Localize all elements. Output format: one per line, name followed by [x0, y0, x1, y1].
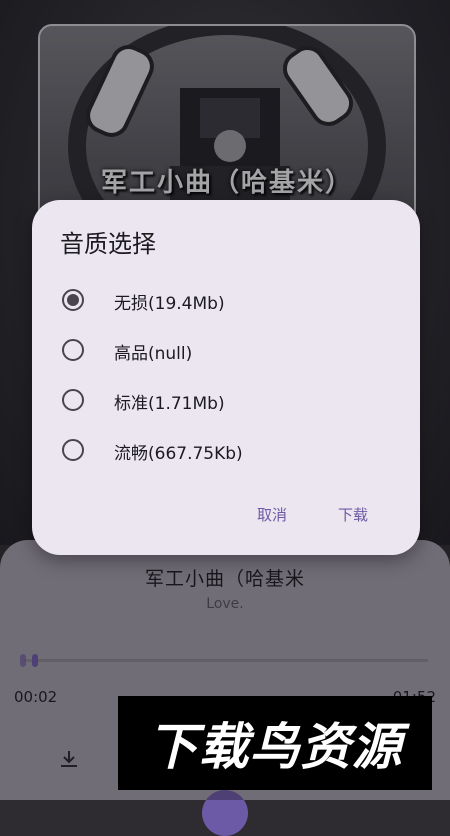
time-current: 00:02: [14, 688, 58, 706]
radio-button[interactable]: [62, 289, 84, 311]
play-button[interactable]: [202, 790, 248, 836]
quality-option-standard[interactable]: 标准(1.71Mb): [58, 380, 398, 420]
radio-button[interactable]: [62, 389, 84, 411]
radio-button[interactable]: [62, 339, 84, 361]
progress-track[interactable]: [24, 659, 428, 662]
quality-dialog: 音质选择 无损(19.4Mb) 高品(null) 标准(1.71Mb) 流畅(6…: [32, 200, 420, 555]
quality-option-label: 无损(19.4Mb): [114, 294, 225, 314]
download-icon[interactable]: [58, 748, 80, 770]
quality-option-lossless[interactable]: 无损(19.4Mb): [58, 280, 398, 320]
quality-option-label: 高品(null): [114, 344, 193, 364]
quality-option-smooth[interactable]: 流畅(667.75Kb): [58, 430, 398, 470]
song-title: 军工小曲（哈基米: [144, 568, 305, 590]
download-button[interactable]: 下载: [338, 504, 368, 525]
watermark-text: 下载鸟资源: [147, 718, 403, 776]
progress-thumb[interactable]: [32, 654, 39, 667]
cover-title-text: 军工小曲（哈基米）: [100, 168, 353, 198]
watermark-logo: 下载鸟资源: [118, 696, 432, 790]
dialog-title: 音质选择: [60, 230, 156, 258]
quality-option-label: 标准(1.71Mb): [114, 394, 225, 414]
cancel-button[interactable]: 取消: [257, 504, 287, 525]
progress-fill: [20, 654, 26, 667]
radio-button[interactable]: [62, 439, 84, 461]
quality-option-high[interactable]: 高品(null): [58, 330, 398, 370]
song-artist: Love.: [206, 596, 244, 612]
quality-option-label: 流畅(667.75Kb): [114, 444, 243, 464]
